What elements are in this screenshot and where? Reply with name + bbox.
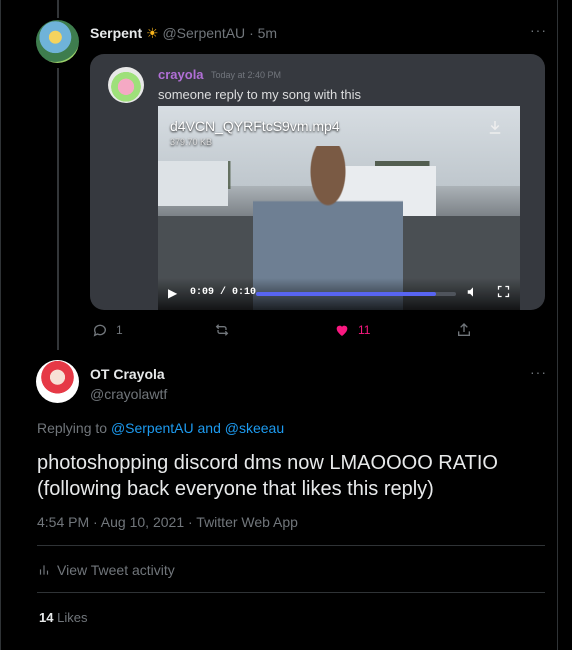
author-name[interactable]: Serpent	[90, 25, 142, 41]
likes-summary[interactable]: 14 Likes	[39, 610, 87, 625]
thread-connector-top	[57, 0, 59, 18]
more-options-icon[interactable]: ···	[530, 364, 547, 380]
video-filesize: 379.70 KB	[170, 137, 213, 147]
discord-screenshot[interactable]: crayola Today at 2:40 PM someone reply t…	[90, 54, 545, 310]
tweet-time[interactable]: · 5m	[249, 25, 277, 41]
replying-prefix: Replying to	[37, 420, 108, 436]
volume-icon[interactable]	[466, 285, 480, 302]
retweet-button[interactable]	[214, 322, 238, 338]
video-frame-tent-left	[158, 161, 228, 206]
replying-to-users[interactable]: @SerpentAU and @skeeau	[111, 420, 284, 436]
more-options-icon[interactable]: ···	[530, 22, 547, 38]
divider	[37, 592, 545, 593]
video-controls: ▶ 0:09 / 0:10	[158, 278, 520, 310]
activity-label: View Tweet activity	[57, 562, 175, 578]
likes-count: 14	[39, 610, 54, 625]
replying-to: Replying to @SerpentAU and @skeeau	[37, 420, 284, 436]
discord-avatar	[108, 67, 144, 103]
download-icon[interactable]	[484, 118, 506, 140]
author-handle[interactable]: @crayolawtf	[90, 386, 167, 402]
view-tweet-activity[interactable]: View Tweet activity	[37, 562, 175, 578]
retweet-icon	[215, 324, 229, 336]
play-icon[interactable]: ▶	[168, 286, 177, 300]
video-filename[interactable]: d4VCN_QYRFtcS9vm.mp4	[170, 118, 340, 134]
column-border-left	[0, 0, 1, 650]
video-progress-bar[interactable]	[256, 292, 456, 296]
like-button[interactable]: 11	[334, 322, 370, 338]
tweet-text: photoshopping discord dms now LMAOOOO RA…	[37, 452, 498, 500]
like-count: 11	[358, 323, 371, 337]
column-border-right	[557, 0, 558, 650]
reply-icon	[93, 324, 106, 337]
avatar-ot-crayola[interactable]	[36, 360, 79, 403]
reply-button[interactable]: 1	[92, 322, 123, 338]
discord-username: crayola	[158, 67, 204, 82]
sun-emoji-icon: ☀	[146, 25, 159, 41]
avatar-serpent[interactable]	[36, 20, 79, 63]
fullscreen-icon[interactable]	[496, 284, 511, 302]
heart-icon	[336, 325, 348, 336]
likes-label: Likes	[57, 610, 88, 625]
divider	[37, 545, 545, 546]
share-button[interactable]	[456, 322, 472, 338]
tweet1-header: Serpent ☀ @SerpentAU · 5m	[90, 25, 277, 42]
discord-message: someone reply to my song with this	[158, 87, 362, 102]
author-handle[interactable]: @SerpentAU	[162, 25, 245, 41]
discord-timestamp: Today at 2:40 PM	[211, 70, 282, 80]
share-icon	[458, 323, 470, 336]
thread-connector	[57, 68, 59, 350]
video-player[interactable]: d4VCN_QYRFtcS9vm.mp4 379.70 KB ▶ 0:09 / …	[158, 106, 520, 310]
bar-chart-icon	[39, 565, 49, 575]
video-progress-fill	[256, 292, 436, 296]
video-time: 0:09 / 0:10	[190, 287, 257, 298]
reply-count: 1	[116, 323, 123, 337]
tweet-meta[interactable]: 4:54 PM · Aug 10, 2021 · Twitter Web App	[37, 514, 298, 530]
author-name[interactable]: OT Crayola	[90, 366, 165, 382]
